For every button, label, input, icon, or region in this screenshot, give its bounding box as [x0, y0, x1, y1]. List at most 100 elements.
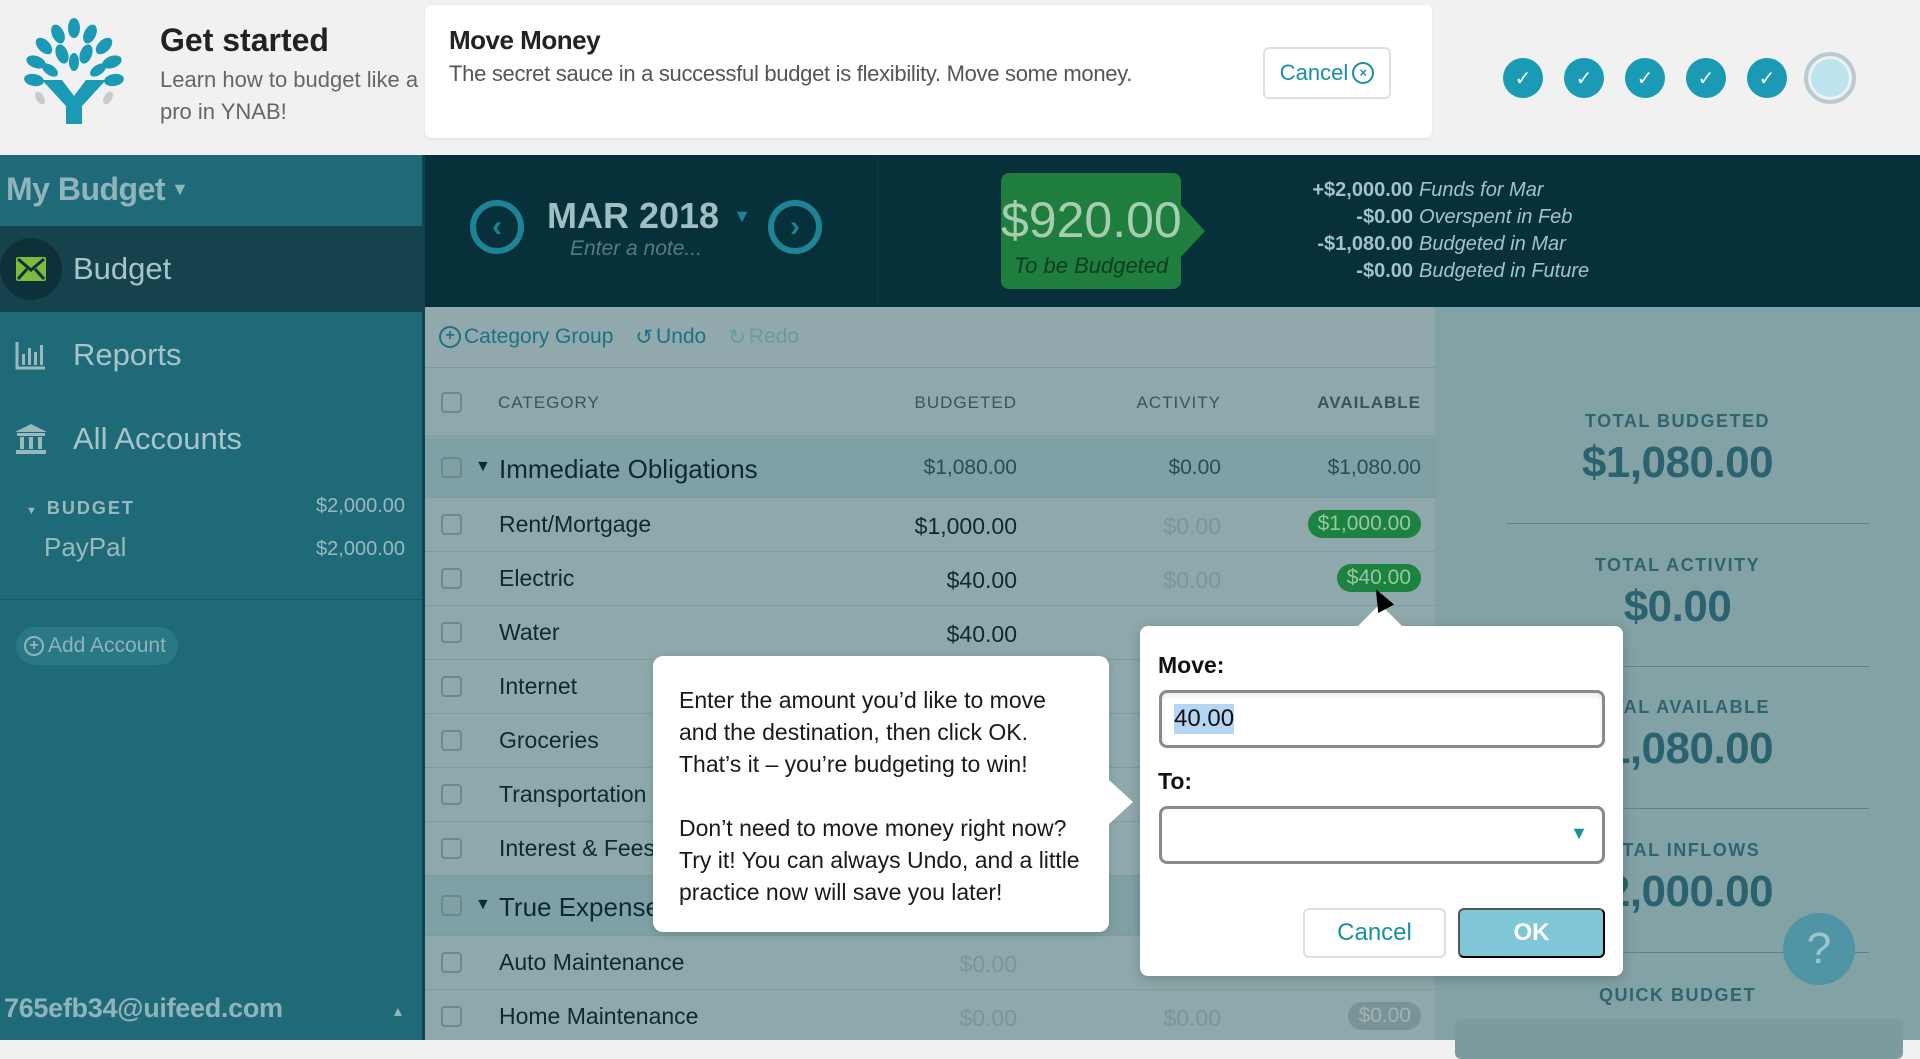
budgeted-cell[interactable]: $1,080.00 [924, 456, 1017, 480]
account-name[interactable]: PayPal [44, 532, 126, 563]
column-header-category[interactable]: CATEGORY [498, 393, 600, 413]
available-cell[interactable]: $1,080.00 [1328, 456, 1421, 480]
budgeted-cell[interactable]: $40.00 [947, 621, 1017, 648]
row-checkbox[interactable] [441, 1006, 462, 1027]
select-all-checkbox[interactable] [441, 392, 462, 413]
check-icon: ✓ [1758, 67, 1776, 90]
check-icon: ✓ [1575, 67, 1593, 90]
row-checkbox[interactable] [441, 784, 462, 805]
chevron-right-icon: › [790, 210, 800, 243]
category-name[interactable]: True Expenses [499, 892, 673, 923]
step-5-complete[interactable]: ✓ [1747, 58, 1787, 98]
collapse-caret-icon[interactable]: ▼ [475, 896, 491, 914]
category-name[interactable]: Home Maintenance [499, 1003, 698, 1030]
column-header-activity[interactable]: ACTIVITY [1136, 393, 1221, 413]
category-name[interactable]: Internet [499, 673, 577, 700]
check-icon: ✓ [1697, 67, 1715, 90]
category-row[interactable]: Rent/Mortgage $1,000.00 $0.00 $1,000.00 [425, 498, 1435, 552]
to-be-budgeted-amount: $920.00 [1001, 192, 1182, 248]
onboarding-subtitle: Learn how to budget like a pro in YNAB! [160, 67, 419, 124]
divider [877, 155, 878, 307]
move-cancel-button[interactable]: Cancel [1303, 908, 1446, 958]
check-icon: ✓ [1514, 67, 1532, 90]
collapse-caret-icon[interactable]: ▼ [475, 458, 491, 476]
budget-switcher[interactable]: My Budget ▼ [6, 171, 189, 208]
category-name[interactable]: Rent/Mortgage [499, 511, 651, 538]
move-amount-value: 40.00 [1174, 704, 1235, 734]
user-email[interactable]: 765efb34@uifeed.com [4, 993, 283, 1024]
category-name[interactable]: Water [499, 619, 560, 646]
activity-cell[interactable]: $0.00 [1163, 567, 1221, 594]
undo-button[interactable]: ↺ Undo [635, 325, 706, 350]
category-name[interactable]: Electric [499, 565, 574, 592]
previous-month-button[interactable]: ‹ [470, 200, 524, 254]
help-button[interactable]: ? [1783, 913, 1855, 985]
account-group-toggle[interactable]: ▼ BUDGET [26, 498, 135, 519]
row-checkbox[interactable] [441, 838, 462, 859]
budgeted-cell[interactable]: $1,000.00 [915, 513, 1017, 540]
category-row[interactable]: Electric $40.00 $0.00 $40.00 [425, 552, 1435, 606]
column-header-budgeted[interactable]: BUDGETED [915, 393, 1017, 413]
category-name[interactable]: Interest & Fees [499, 835, 655, 862]
category-group-row[interactable]: ▼ Immediate Obligations $1,080.00 $0.00 $1,0… [425, 438, 1435, 498]
row-checkbox[interactable] [441, 514, 462, 535]
undo-icon: ↺ [635, 325, 654, 349]
step-4-complete[interactable]: ✓ [1686, 58, 1726, 98]
sidebar-item-label: Budget [73, 251, 172, 286]
tooltip-paragraph: Enter the amount you’d like to move and … [679, 687, 1046, 777]
destination-category-select[interactable]: ▼ [1159, 806, 1605, 864]
row-checkbox[interactable] [441, 568, 462, 589]
row-checkbox[interactable] [441, 730, 462, 751]
sidebar-item-reports[interactable]: Reports [0, 312, 422, 398]
category-name[interactable]: Auto Maintenance [499, 949, 684, 976]
row-checkbox[interactable] [441, 676, 462, 697]
add-account-button[interactable]: + Add Account [16, 627, 178, 665]
chevron-up-icon[interactable]: ▲ [391, 1003, 405, 1019]
summary-amount: -$1,080.00 [1317, 233, 1413, 255]
step-2-complete[interactable]: ✓ [1564, 58, 1604, 98]
available-badge[interactable]: $0.00 [1348, 1002, 1421, 1030]
row-checkbox[interactable] [441, 622, 462, 643]
next-month-button[interactable]: › [768, 200, 822, 254]
sidebar-item-budget[interactable]: Budget [0, 226, 422, 312]
to-be-budgeted-box[interactable]: $920.00 To be Budgeted [1001, 173, 1205, 289]
budgeted-cell[interactable]: $40.00 [947, 567, 1017, 594]
budgeted-cell[interactable]: $0.00 [959, 1005, 1017, 1032]
onboarding-title: Get started [160, 22, 329, 58]
category-name[interactable]: Groceries [499, 727, 599, 754]
move-ok-button[interactable]: OK [1458, 908, 1605, 958]
sidebar-item-label: Reports [73, 337, 182, 372]
move-amount-input[interactable]: 40.00 [1159, 690, 1605, 748]
step-3-complete[interactable]: ✓ [1625, 58, 1665, 98]
category-name[interactable]: Immediate Obligations [499, 454, 758, 485]
account-balance: $2,000.00 [316, 538, 405, 560]
quick-budget-option[interactable] [1455, 1019, 1903, 1059]
sidebar: My Budget ▼ Budget Reports All Accounts … [0, 155, 425, 1040]
step-1-complete[interactable]: ✓ [1503, 58, 1543, 98]
budgeted-cell[interactable]: $0.00 [959, 951, 1017, 978]
redo-button[interactable]: ↻ Redo [728, 325, 799, 350]
available-badge[interactable]: $1,000.00 [1307, 510, 1421, 538]
activity-cell[interactable]: $0.00 [1163, 1005, 1221, 1032]
month-selector[interactable]: MAR 2018 ▼ [547, 195, 751, 237]
month-note-input[interactable]: Enter a note... [570, 237, 702, 261]
question-mark-icon: ? [1806, 924, 1832, 973]
column-header-available[interactable]: AVAILABLE [1317, 393, 1421, 413]
activity-cell[interactable]: $0.00 [1163, 513, 1221, 540]
row-checkbox[interactable] [441, 895, 462, 916]
category-row[interactable]: Home Maintenance $0.00 $0.00 $0.00 [425, 990, 1435, 1040]
account-group-total: $2,000.00 [316, 495, 405, 517]
summary-line: -$1,080.00 Budgeted in Mar [1261, 231, 1589, 258]
step-6-current[interactable] [1804, 52, 1856, 104]
budget-name: My Budget [6, 171, 166, 207]
add-category-group-button[interactable]: + Category Group [439, 325, 613, 349]
category-name[interactable]: Transportation [499, 781, 646, 808]
chevron-down-icon: ▼ [171, 179, 189, 199]
sidebar-item-all-accounts[interactable]: All Accounts [0, 396, 422, 482]
add-category-group-label: Category Group [464, 325, 614, 348]
task-cancel-button[interactable]: Cancel × [1263, 47, 1391, 99]
row-checkbox[interactable] [441, 952, 462, 973]
row-checkbox[interactable] [441, 457, 462, 478]
summary-label: Budgeted in Future [1419, 260, 1590, 282]
activity-cell[interactable]: $0.00 [1168, 456, 1221, 480]
